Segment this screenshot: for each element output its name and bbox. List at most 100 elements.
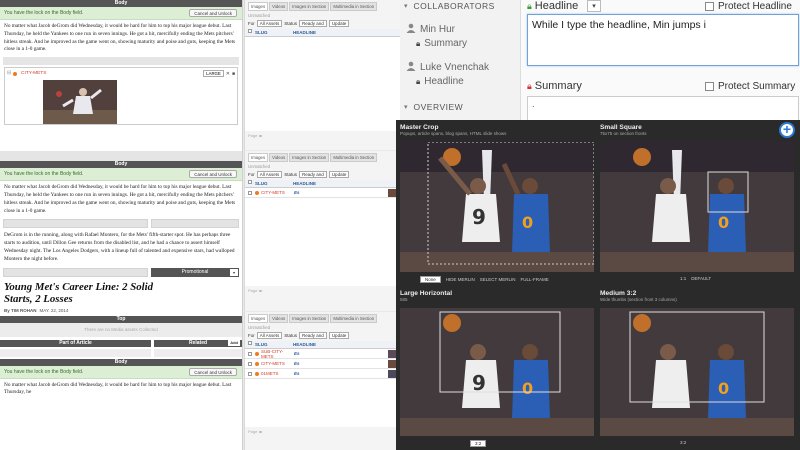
summary-input[interactable]: . (527, 96, 799, 122)
crop-photo[interactable]: 0 (600, 142, 794, 272)
media-list-empty (245, 37, 400, 131)
article-headline[interactable]: Young Met's Career Line: 2 Solid Starts,… (0, 278, 165, 308)
related-bar: Related Add (154, 339, 242, 347)
col-slug[interactable]: SLUG (255, 29, 293, 36)
svg-text:0: 0 (522, 379, 533, 398)
crop-photo[interactable]: 0 (600, 308, 794, 436)
lock-message-text: You have the lock on the Body field. (4, 171, 84, 178)
row-checkbox[interactable] (248, 190, 252, 195)
hide-merlin-button[interactable]: HIDE MERLIN (446, 277, 475, 282)
tab-images[interactable]: Images (248, 314, 269, 323)
cancel-unlock-button[interactable]: Cancel and Unlock (189, 170, 237, 179)
for-select[interactable]: All Assets (256, 20, 283, 27)
for-select[interactable]: All Assets (256, 171, 283, 178)
tab-videos[interactable]: Videos (269, 2, 289, 11)
col-slug[interactable]: SLUG (255, 180, 293, 187)
select-all-checkbox[interactable] (248, 341, 252, 345)
collaborators-header[interactable]: ▾ COLLABORATORS (404, 1, 495, 11)
protect-summary[interactable]: Protect Summary (705, 81, 795, 92)
table-row[interactable]: SUB-CITY-METS Es (245, 349, 400, 359)
headline-input[interactable]: While I type the headline, Min jumps i (527, 14, 799, 66)
col-slug[interactable]: SLUG (255, 341, 293, 348)
tab-images[interactable]: Images (248, 153, 269, 162)
table-row[interactable]: CITY-METS Es (245, 359, 400, 369)
lock-open-icon: 🔒︎ (527, 0, 532, 11)
col-headline[interactable]: HEADLINE (293, 180, 316, 187)
promo-row: Promotional ▾ (3, 267, 239, 277)
col-headline[interactable]: HEADLINE (293, 341, 316, 348)
full-frame-button[interactable]: FULL-FRAME (520, 277, 548, 282)
crop-photo[interactable]: 9 0 (400, 308, 594, 436)
row-checkbox[interactable] (248, 361, 252, 366)
collaborators-title: COLLABORATORS (413, 1, 495, 11)
select-merlin-button[interactable]: SELECT MERLIN (480, 277, 516, 282)
default-button[interactable]: DEFAULT (691, 276, 711, 281)
part-of-article-bar[interactable]: Part of Article (0, 339, 151, 347)
embed-toggle-icon[interactable]: ⊟ (7, 71, 11, 76)
svg-text:0: 0 (718, 379, 729, 398)
byline[interactable]: By TIM ROHAN (4, 308, 37, 313)
lock-message-text: You have the lock on the Body field. (4, 10, 84, 16)
table-row[interactable]: CITY-METS Es (245, 188, 400, 198)
body-paragraph-2[interactable]: No matter what Jacob deGrom did Wednesda… (0, 181, 242, 218)
tab-images[interactable]: Images (248, 2, 269, 11)
update-button[interactable]: Update (328, 332, 350, 339)
select-all-checkbox[interactable] (248, 29, 252, 33)
tab-multimedia-in-section[interactable]: Multimedia in Section (330, 2, 378, 11)
byline-row: By TIM ROHAN MAY. 22, 2014 (0, 308, 242, 313)
tab-images-in-section[interactable]: Images in Section (289, 314, 330, 323)
cancel-unlock-button[interactable]: Cancel and Unlock (189, 9, 237, 17)
crop-title: Small Square (600, 124, 642, 131)
dateline: MAY. 22, 2014 (39, 307, 69, 313)
media-list (245, 379, 400, 427)
protect-headline[interactable]: Protect Headline (705, 1, 792, 12)
cancel-unlock-button[interactable]: Cancel and Unlock (189, 367, 237, 376)
row-slug: 01METS (261, 371, 279, 376)
status-select[interactable]: Ready and (299, 332, 327, 339)
add-related-button[interactable]: Add (228, 339, 240, 346)
collapse-arrow-icon[interactable]: ▾ (404, 2, 408, 10)
embed-size-select[interactable]: LARGE (203, 70, 224, 78)
placeholder-box (0, 348, 151, 357)
for-select[interactable]: All Assets (256, 332, 283, 339)
embed-remove-icon[interactable]: ■ (232, 71, 235, 77)
body-paragraph-4[interactable]: No matter what Jacob deGrom did Wednesda… (0, 379, 242, 401)
col-headline[interactable]: HEADLINE (293, 29, 316, 36)
status-select[interactable]: Ready and (299, 171, 327, 178)
tab-images-in-section[interactable]: Images in Section (289, 153, 330, 162)
table-row[interactable]: 01METS Es (245, 369, 400, 379)
collapse-arrow-icon[interactable]: ▾ (404, 103, 408, 111)
status-select[interactable]: Ready and (299, 20, 327, 27)
placeholder-box (151, 219, 239, 229)
collaborator-name: Luke Vnenchak (420, 61, 489, 73)
crop-select-none[interactable]: None (420, 276, 441, 283)
tab-images-in-section[interactable]: Images in Section (289, 2, 330, 11)
embed-close-icon[interactable]: ✕ (226, 71, 230, 77)
row-checkbox[interactable] (248, 351, 252, 356)
protect-summary-checkbox[interactable] (705, 82, 714, 91)
promotional-bar[interactable]: Promotional ▾ (151, 267, 239, 277)
tab-multimedia-in-section[interactable]: Multimedia in Section (330, 153, 378, 162)
crop-ratio: 3:2 (680, 440, 687, 445)
update-button[interactable]: Update (328, 171, 350, 178)
row-slug: SUB-CITY-METS (261, 348, 284, 359)
body-paragraph-1[interactable]: No matter what Jacob deGrom did Wednesda… (0, 20, 242, 57)
body-label: Body (114, 161, 128, 168)
crop-ratio-select[interactable]: 3:2 (470, 440, 487, 447)
row-checkbox[interactable] (248, 371, 252, 376)
select-all-checkbox[interactable] (248, 180, 252, 184)
summary-label: Summary (534, 80, 582, 92)
promo-dropdown-icon[interactable]: ▾ (230, 268, 238, 276)
overview-header[interactable]: ▾ OVERVIEW (404, 102, 463, 112)
body-paragraph-3[interactable]: DeGrom is in the running, along with Raf… (0, 229, 242, 266)
image-embed[interactable]: ⊟ CITY-METS LARGE ✕ ■ (4, 67, 238, 126)
tab-videos[interactable]: Videos (269, 314, 289, 323)
crop-photo[interactable]: 9 0 (400, 142, 594, 272)
for-label: For (248, 333, 255, 338)
pitcher-photo (43, 80, 117, 125)
tab-videos[interactable]: Videos (269, 153, 289, 162)
protect-headline-checkbox[interactable] (705, 2, 714, 11)
headline-dropdown-icon[interactable]: ▾ (587, 0, 601, 12)
tab-multimedia-in-section[interactable]: Multimedia in Section (330, 314, 378, 323)
update-button[interactable]: Update (328, 20, 350, 27)
